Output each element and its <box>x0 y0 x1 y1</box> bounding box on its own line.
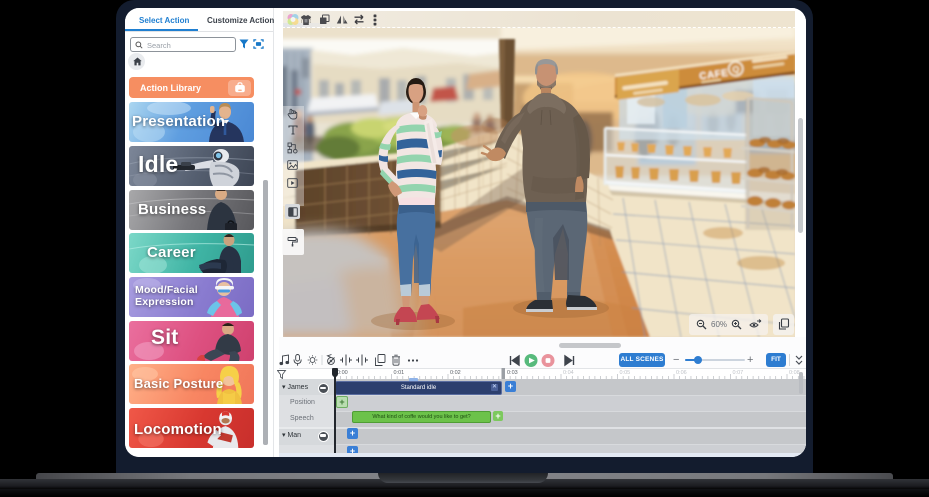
svg-text:0:04: 0:04 <box>563 370 574 376</box>
svg-text:Q: Q <box>732 64 740 75</box>
svg-text:0:07: 0:07 <box>733 370 744 376</box>
svg-text:0:01: 0:01 <box>394 370 405 376</box>
svg-text:0:06: 0:06 <box>676 370 687 376</box>
svg-text:0:02: 0:02 <box>450 370 461 376</box>
svg-text:0:03: 0:03 <box>507 370 518 376</box>
svg-text:0:05: 0:05 <box>620 370 631 376</box>
svg-text:0:00: 0:00 <box>337 370 348 376</box>
